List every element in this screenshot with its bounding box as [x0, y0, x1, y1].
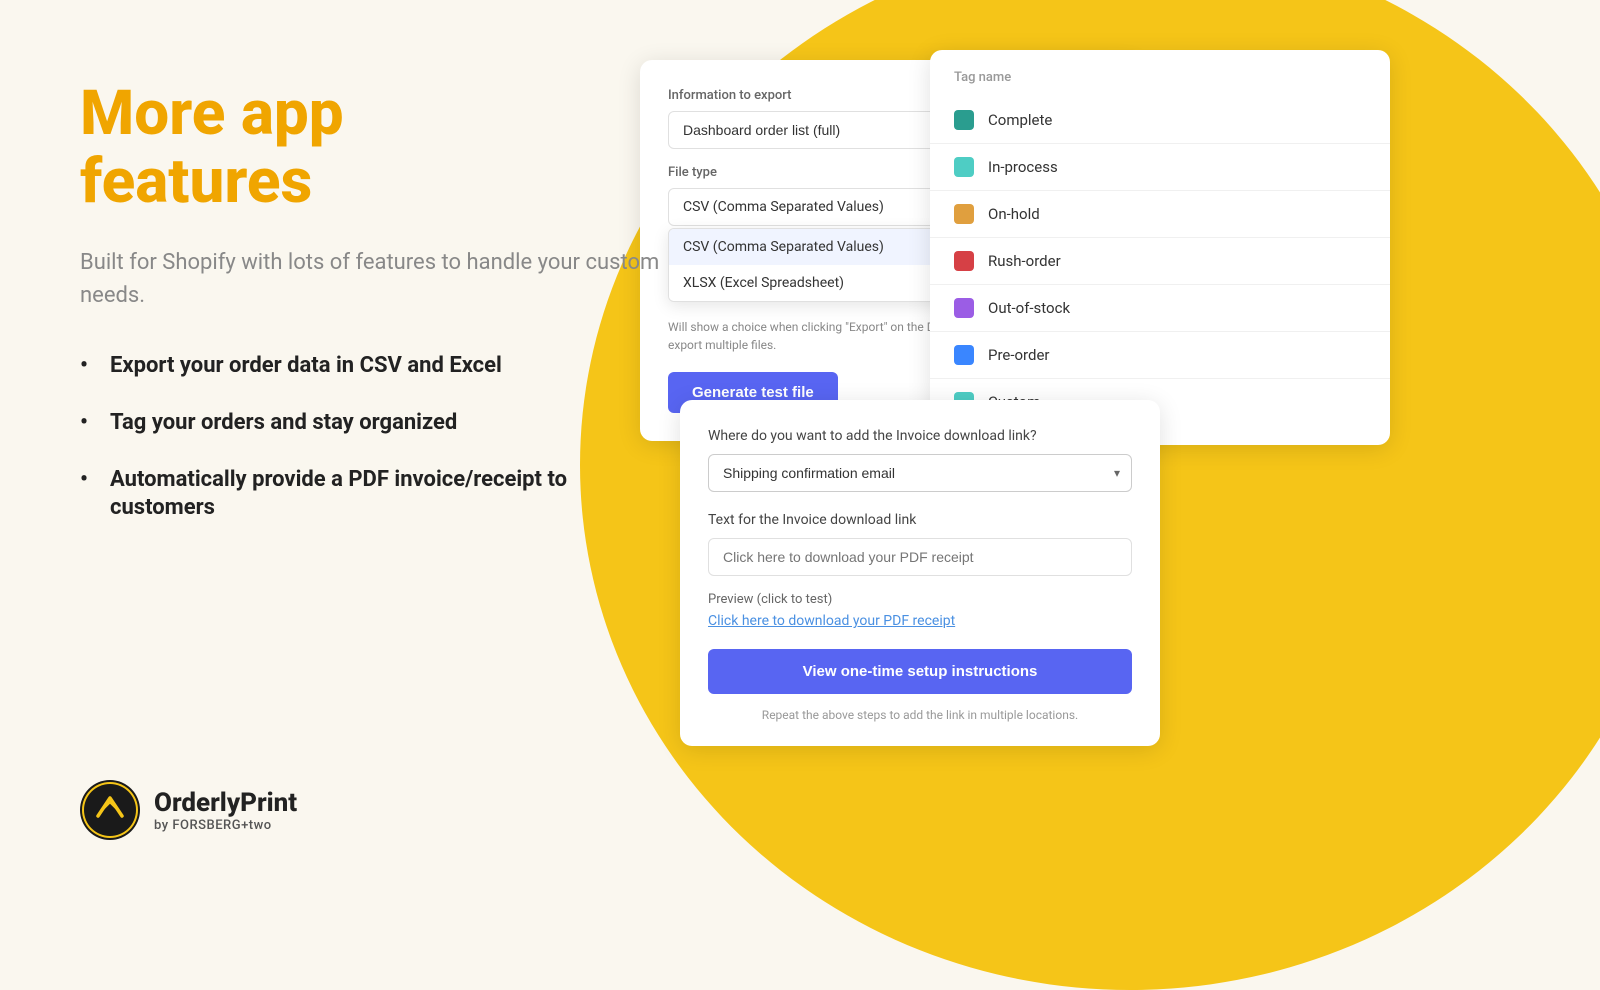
- tag-item-complete[interactable]: Complete: [930, 97, 1390, 144]
- feature-item-2: Tag your orders and stay organized: [80, 409, 660, 438]
- logo-sub: by FORSBERG+two: [154, 818, 297, 833]
- repeat-text: Repeat the above steps to add the link i…: [708, 708, 1132, 722]
- feature-item-1: Export your order data in CSV and Excel: [80, 352, 660, 381]
- tag-label-inprocess: In-process: [988, 158, 1058, 176]
- tag-item-preorder[interactable]: Pre-order: [930, 332, 1390, 379]
- where-label: Where do you want to add the Invoice dow…: [708, 428, 1132, 444]
- invoice-panel: Where do you want to add the Invoice dow…: [680, 400, 1160, 746]
- tag-dot-preorder: [954, 345, 974, 365]
- tag-item-outofstock[interactable]: Out-of-stock: [930, 285, 1390, 332]
- features-list: Export your order data in CSV and Excel …: [80, 352, 660, 522]
- main-title: More app features: [80, 80, 660, 216]
- left-panel: More app features Built for Shopify with…: [80, 80, 660, 551]
- tag-panel-title: Tag name: [930, 70, 1390, 97]
- subtitle: Built for Shopify with lots of features …: [80, 246, 660, 312]
- tag-label-outofstock: Out-of-stock: [988, 299, 1070, 317]
- tag-dot-inprocess: [954, 157, 974, 177]
- logo-name: OrderlyPrint: [154, 788, 297, 818]
- setup-instructions-button[interactable]: View one-time setup instructions: [708, 649, 1132, 694]
- logo-text: OrderlyPrint by FORSBERG+two: [154, 788, 297, 833]
- preview-link[interactable]: Click here to download your PDF receipt: [708, 613, 1132, 629]
- tag-item-rushorder[interactable]: Rush-order: [930, 238, 1390, 285]
- tag-dot-outofstock: [954, 298, 974, 318]
- tag-item-onhold[interactable]: On-hold: [930, 191, 1390, 238]
- tag-label-complete: Complete: [988, 111, 1052, 129]
- shipping-select-wrapper: Shipping confirmation email ▾: [708, 454, 1132, 492]
- orderly-print-logo-icon: [80, 780, 140, 840]
- shipping-select[interactable]: Shipping confirmation email: [708, 454, 1132, 492]
- tag-label-onhold: On-hold: [988, 205, 1040, 223]
- tag-label-preorder: Pre-order: [988, 346, 1050, 364]
- feature-item-3: Automatically provide a PDF invoice/rece…: [80, 466, 660, 523]
- tag-dot-onhold: [954, 204, 974, 224]
- tag-dot-rushorder: [954, 251, 974, 271]
- tag-label-rushorder: Rush-order: [988, 252, 1061, 270]
- right-panels: Information to export File type CSV (Com…: [640, 0, 1600, 900]
- text-label: Text for the Invoice download link: [708, 512, 1132, 528]
- tag-dot-complete: [954, 110, 974, 130]
- download-text-input[interactable]: [708, 538, 1132, 576]
- tag-panel: Tag name Complete In-process On-hold Rus…: [930, 50, 1390, 445]
- preview-label: Preview (click to test): [708, 592, 1132, 607]
- tag-item-inprocess[interactable]: In-process: [930, 144, 1390, 191]
- logo-area: OrderlyPrint by FORSBERG+two: [80, 780, 297, 840]
